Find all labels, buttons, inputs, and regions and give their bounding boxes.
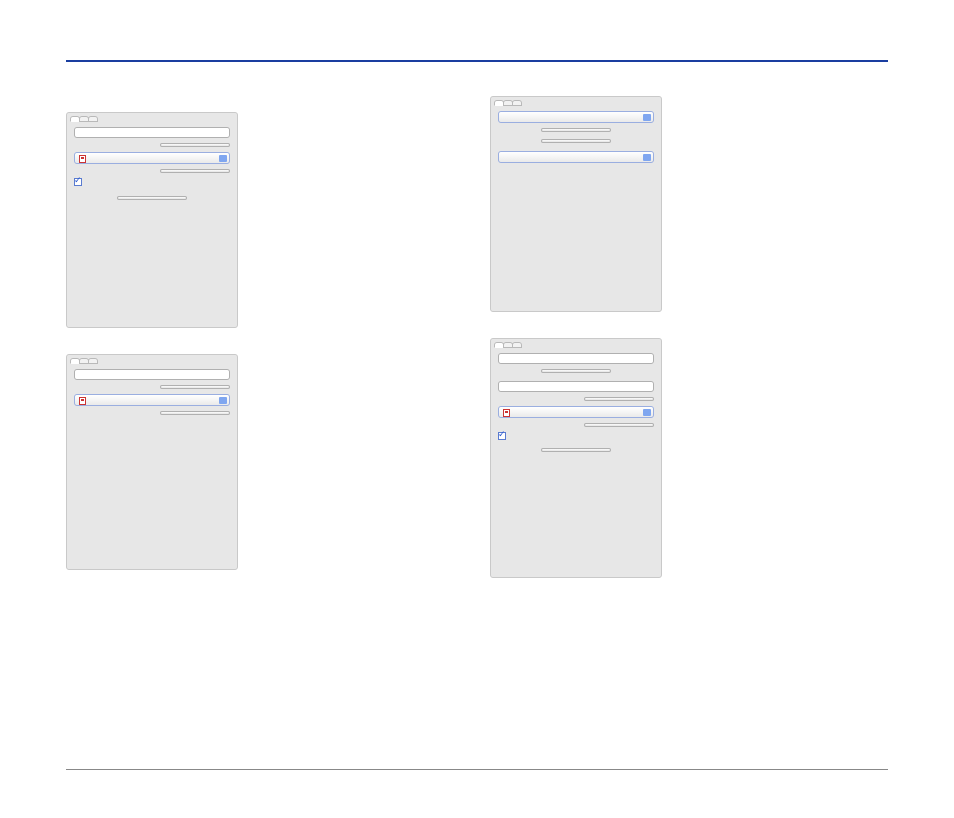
bottom-rule bbox=[66, 769, 888, 770]
file-type-select[interactable] bbox=[74, 394, 230, 406]
page-setup-button[interactable] bbox=[541, 128, 611, 132]
print-panel bbox=[490, 96, 662, 312]
save-to-picture-folder-checkbox[interactable] bbox=[498, 432, 654, 440]
file-type-select[interactable] bbox=[498, 406, 654, 418]
open-app-desc bbox=[672, 338, 888, 578]
browse-button-disabled bbox=[541, 448, 611, 452]
print-desc bbox=[672, 96, 888, 312]
file-name-settings-button[interactable] bbox=[160, 385, 230, 389]
tab-button-assignment[interactable] bbox=[88, 116, 98, 122]
tab-button-assignment[interactable] bbox=[512, 100, 522, 106]
printer-name-select[interactable] bbox=[498, 111, 654, 123]
attach-email-panel bbox=[66, 354, 238, 570]
file-name-input[interactable] bbox=[74, 369, 230, 380]
application-input[interactable] bbox=[498, 353, 654, 364]
tab-button-assignment[interactable] bbox=[88, 358, 98, 364]
top-rule bbox=[66, 60, 888, 62]
file-type-select[interactable] bbox=[74, 152, 230, 164]
file-name-input[interactable] bbox=[498, 381, 654, 392]
file-name-settings-button[interactable] bbox=[584, 397, 654, 401]
page-layout-select[interactable] bbox=[498, 151, 654, 163]
browse-button[interactable] bbox=[541, 369, 611, 373]
save-file-panel bbox=[66, 112, 238, 328]
pdf-icon bbox=[79, 155, 86, 163]
save-to-picture-folder-checkbox[interactable] bbox=[74, 178, 230, 186]
detail-settings-button[interactable] bbox=[584, 423, 654, 427]
file-name-settings-button[interactable] bbox=[160, 143, 230, 147]
file-name-input[interactable] bbox=[74, 127, 230, 138]
detail-settings-button[interactable] bbox=[160, 169, 230, 173]
save-file-desc bbox=[248, 112, 466, 328]
attach-email-desc bbox=[248, 354, 466, 570]
browse-button-disabled bbox=[117, 196, 187, 200]
pdf-icon bbox=[79, 397, 86, 405]
tab-button-assignment[interactable] bbox=[512, 342, 522, 348]
open-app-panel bbox=[490, 338, 662, 578]
printer-properties-button[interactable] bbox=[541, 139, 611, 143]
pdf-icon bbox=[503, 409, 510, 417]
detail-settings-button[interactable] bbox=[160, 411, 230, 415]
